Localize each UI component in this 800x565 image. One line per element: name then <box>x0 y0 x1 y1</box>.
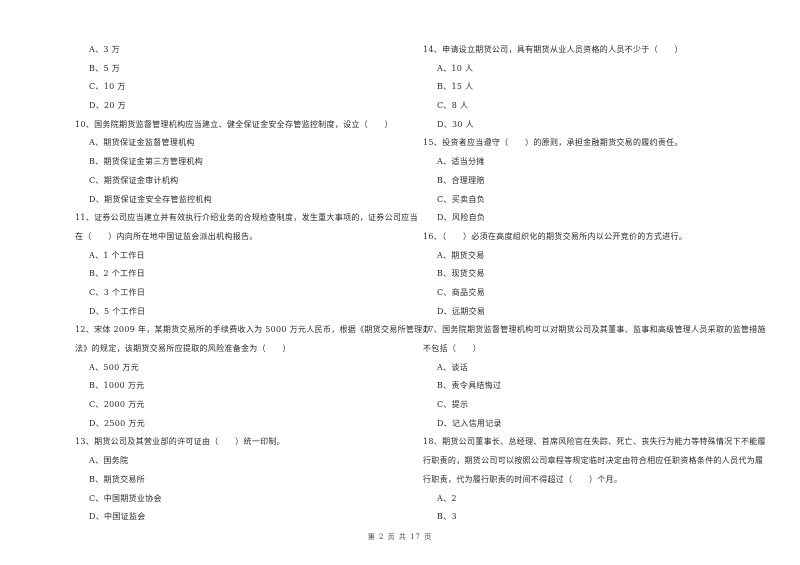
question-text: 法》的规定，该期货交易所应提取的风险准备金为（ ） <box>75 344 291 353</box>
question-text: 不包括（ ） <box>423 344 482 353</box>
question-text: 12、宋体 2009 年，某期货交易所的手续费收入为 5000 万元人民币，根据… <box>75 325 431 335</box>
answer-option: C、商品交易 <box>437 287 485 297</box>
answer-option: D、20 万 <box>89 101 126 111</box>
left-column: A、3 万 B、5 万 C、10 万 D、20 万 10、国务院期货监督管理机构应当建立… <box>75 41 431 527</box>
answer-option: A、1 个工作日 <box>89 250 145 260</box>
answer-option: D、风险自负 <box>437 213 486 223</box>
answer-option: C、3 个工作日 <box>89 287 146 297</box>
answer-option: D、2500 万元 <box>89 418 146 428</box>
answer-option: B、5 万 <box>89 63 121 73</box>
question-text: 在（ ）内向所在地中国证监会派出机构报告。 <box>75 231 258 241</box>
question-text: 11、证券公司应当建立并有效执行介绍业务的合规检查制度，发生重大事项的，证券公司… <box>75 213 418 223</box>
question-text: 行职责，代为履行职责的时间不得超过（ ）个月。 <box>423 474 623 484</box>
question-text: 14、申请设立期货公司，具有期货从业人员资格的人员不少于（ ） <box>423 45 683 54</box>
question-text: 16、（ ）必须在高度组织化的期货交易所内以公开竞价的方式进行。 <box>423 231 688 241</box>
answer-option: A、期货交易 <box>437 250 485 260</box>
answer-option: B、期货保证金第三方管理机构 <box>89 157 204 167</box>
question-text: 10、国务院期货监督管理机构应当建立、健全保证金安全存管监控制度，设立（ ） <box>75 119 393 129</box>
answer-option: B、现货交易 <box>437 269 485 279</box>
answer-option: B、期货交易所 <box>89 474 145 484</box>
answer-option: A、3 万 <box>89 45 120 54</box>
answer-option: B、2 个工作日 <box>89 269 145 279</box>
question-text: 17、国务院期货监督管理机构可以对期货公司及其董事、监事和高级管理人员采取的监管… <box>423 325 766 335</box>
answer-option: C、8 人 <box>437 101 469 111</box>
answer-option: C、2000 万元 <box>89 400 145 410</box>
answer-option: C、买卖自负 <box>437 194 485 204</box>
answer-option: B、3 <box>437 512 457 522</box>
answer-option: D、30 人 <box>437 119 474 129</box>
answer-option: D、记入信用记录 <box>437 418 502 428</box>
answer-option: A、10 人 <box>437 63 474 73</box>
answer-option: C、10 万 <box>89 82 126 92</box>
answer-option: C、期货保证金审计机构 <box>89 175 179 185</box>
question-text: 15、投资者应当遵守（ ）的原则，承担金融期货交易的履约责任。 <box>423 138 683 148</box>
answer-option: C、中国期货业协会 <box>89 493 162 503</box>
answer-option: B、15 人 <box>437 82 474 92</box>
answer-option: A、期货保证金监督管理机构 <box>89 138 195 148</box>
answer-option: A、500 万元 <box>89 362 139 372</box>
answer-option: B、1000 万元 <box>89 381 145 391</box>
answer-option: D、5 个工作日 <box>89 306 146 316</box>
right-column: 14、申请设立期货公司，具有期货从业人员资格的人员不少于（ ） A、10 人 B、1… <box>423 41 768 527</box>
answer-option: C、提示 <box>437 400 469 410</box>
answer-option: A、谈话 <box>437 362 468 372</box>
document-page: A、3 万 B、5 万 C、10 万 D、20 万 10、国务院期货监督管理机构应当建立… <box>0 0 800 565</box>
question-text: 行职责的，期货公司可以按照公司章程等规定临时决定由符合相应任职资格条件的人员代为… <box>423 456 764 466</box>
question-text: 18、期货公司董事长、总经理、首席风险官在失踪、死亡、丧失行为能力等特殊情况下不… <box>423 437 766 447</box>
question-text: 13、期货公司及其营业部的许可证由（ ）统一印制。 <box>75 437 285 447</box>
answer-option: A、国务院 <box>89 456 129 466</box>
answer-option: D、中国证监会 <box>89 512 146 522</box>
answer-option: D、远期交易 <box>437 306 486 316</box>
answer-option: A、适当分摊 <box>437 157 485 167</box>
answer-option: B、合理理赔 <box>437 175 485 185</box>
answer-option: B、责令具结悔过 <box>437 381 502 391</box>
answer-option: D、期货保证金安全存管监控机构 <box>89 194 212 204</box>
page-footer: 第 2 页 共 17 页 <box>367 533 433 541</box>
answer-option: A、2 <box>437 493 457 503</box>
